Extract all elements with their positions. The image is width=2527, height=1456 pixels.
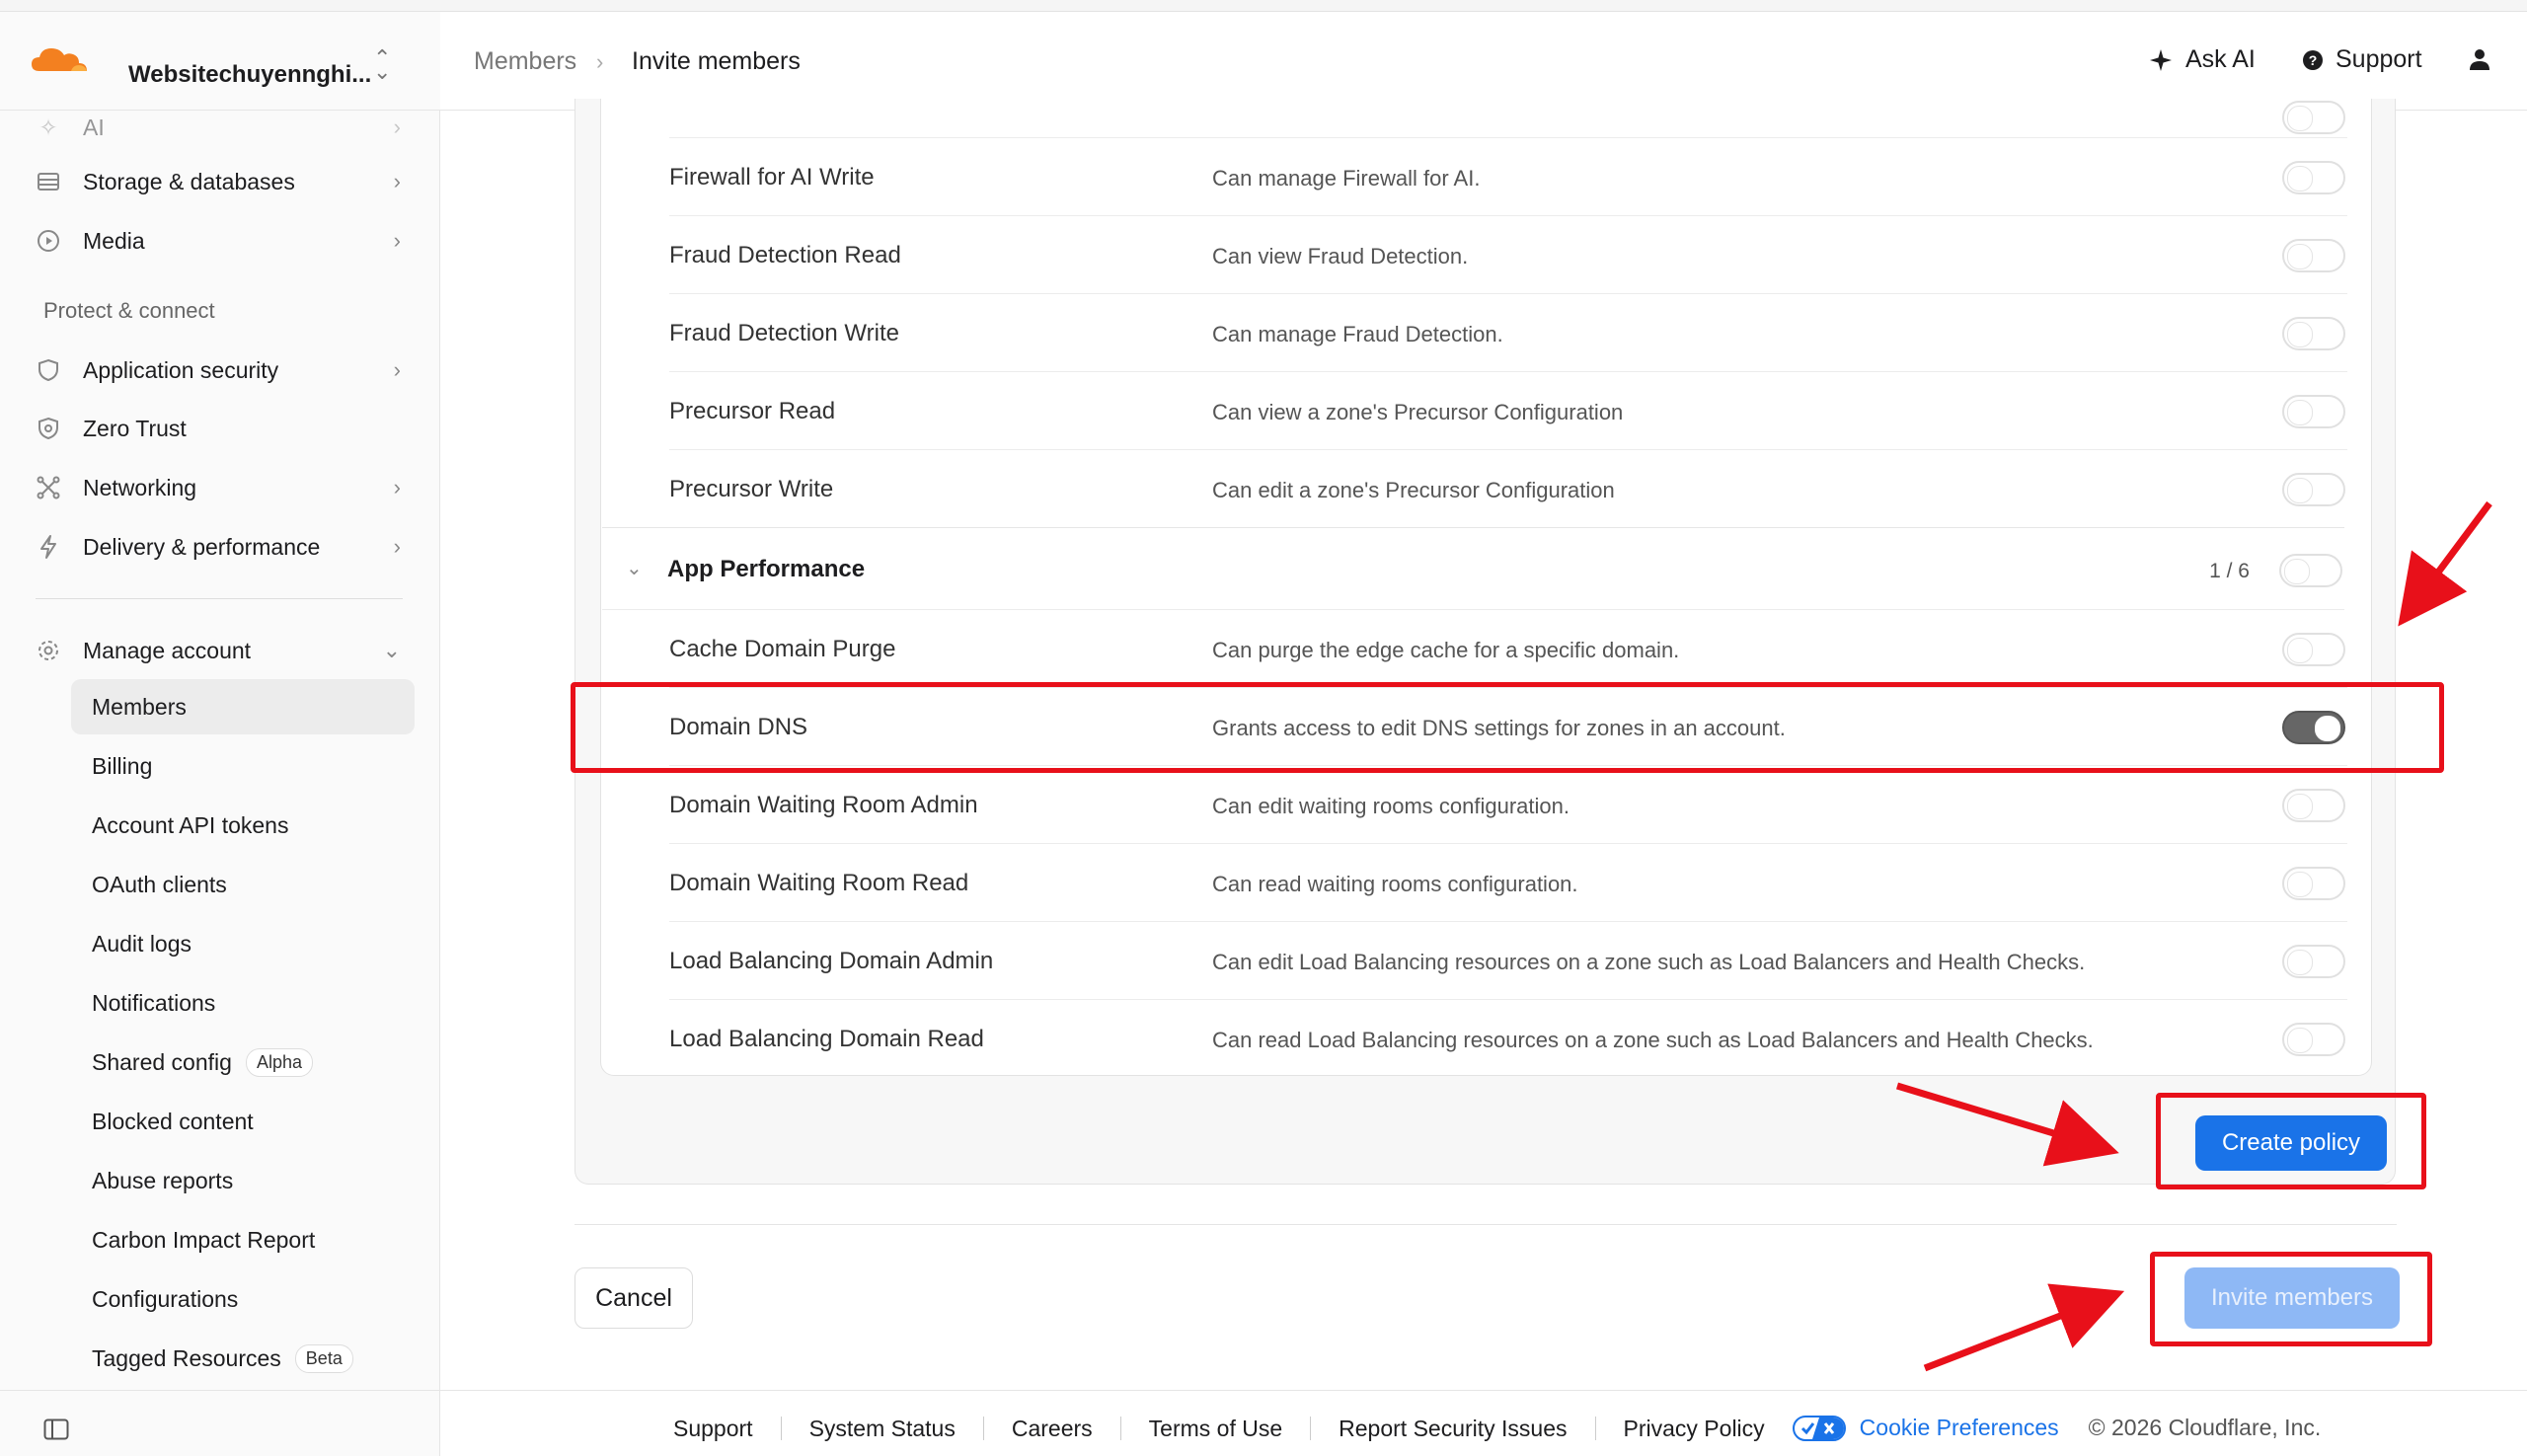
annotation-arrows bbox=[1895, 500, 2492, 1372]
